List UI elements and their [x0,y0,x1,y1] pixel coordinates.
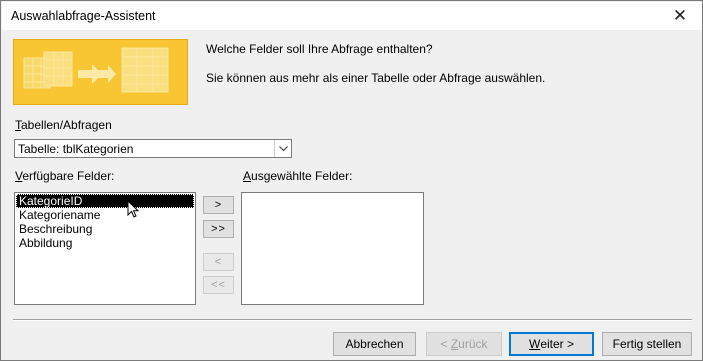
remove-all-fields-button[interactable]: << [203,276,234,294]
back-button[interactable]: < Zurück [426,332,502,356]
available-fields-label-text: erfügbare Felder: [22,169,115,183]
back-button-label: urück [458,337,488,351]
back-button-mnemonic: Z [450,337,459,351]
selected-fields-label: Ausgewählte Felder: [243,169,352,183]
available-field-item[interactable]: KategorieID [16,194,194,208]
available-fields-list[interactable]: KategorieID Kategoriename Beschreibung Abbi… [14,192,196,305]
next-button[interactable]: Weiter > [509,332,594,356]
available-fields-items: KategorieID Kategoriename Beschreibung Abbi… [16,194,194,250]
tables-queries-select[interactable]: Tabelle: tblKategorien [14,139,292,158]
window-title: Auswahlabfrage-Assistent [11,9,156,23]
tables-queries-label-text: abellen/Abfragen [21,118,112,132]
chevron-down-icon [278,145,288,151]
tables-queries-selected-value: Tabelle: tblKategorien [18,142,134,156]
close-button[interactable]: ✕ [658,2,702,30]
selected-fields-label-text: usgewählte Felder: [251,169,353,183]
available-field-item[interactable]: Beschreibung [16,222,194,236]
dropdown-button[interactable] [274,140,291,157]
next-button-label: eiter > [540,337,574,351]
title-bar: Auswahlabfrage-Assistent ✕ [2,2,702,30]
add-all-fields-button[interactable]: >> [203,220,234,238]
mouse-pointer-icon [127,200,140,218]
cancel-button[interactable]: Abbrechen [333,332,416,356]
selected-fields-mnemonic: A [243,169,252,183]
selected-fields-list[interactable] [241,192,424,305]
available-field-item[interactable]: Abbildung [16,236,194,250]
remove-field-button[interactable]: < [203,253,234,271]
tables-queries-label: Tabellen/Abfragen [15,118,112,132]
available-field-item[interactable]: Kategoriename [16,208,194,222]
wizard-illustration-icon [13,39,188,105]
close-icon: ✕ [672,6,688,25]
next-button-mnemonic: W [528,337,541,351]
wizard-window: Auswahlabfrage-Assistent ✕ Welche Felder… [0,0,703,361]
finish-button[interactable]: Fertig stellen [602,332,692,356]
footer-separator [13,319,692,321]
back-button-prefix: < [440,337,451,351]
available-fields-label: Verfügbare Felder: [15,169,114,183]
wizard-heading: Welche Felder soll Ihre Abfrage enthalte… [206,42,433,56]
add-field-button[interactable]: > [203,196,234,214]
wizard-description: Sie können aus mehr als einer Tabelle od… [206,71,546,85]
